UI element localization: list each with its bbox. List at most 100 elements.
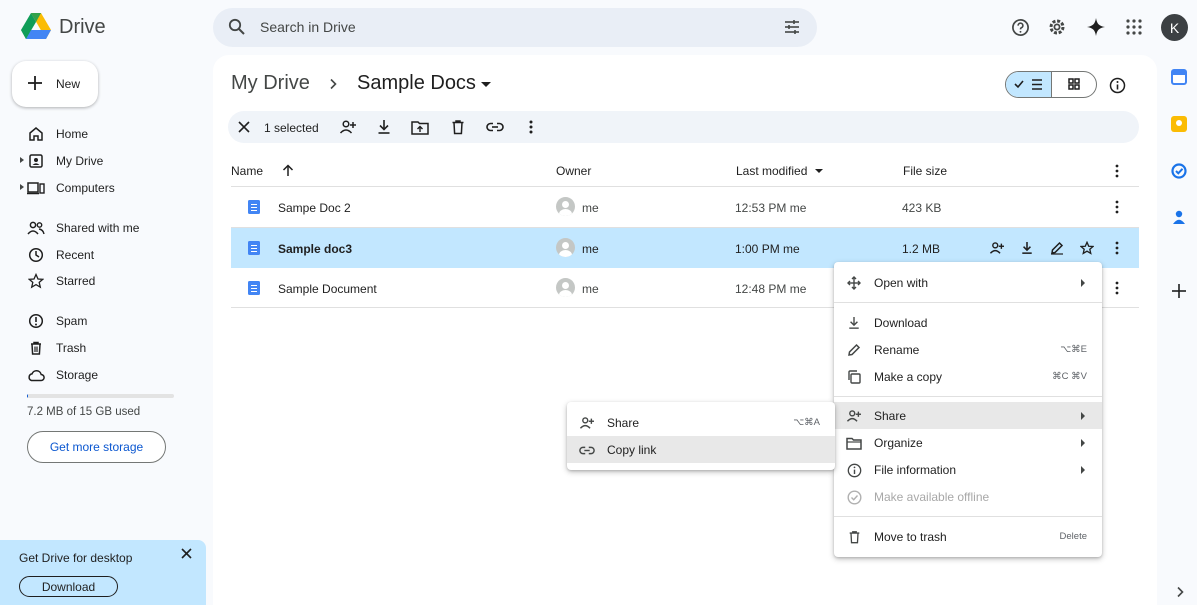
search-options-icon[interactable] bbox=[782, 17, 802, 37]
menu-item-make-a-copy[interactable]: Make a copy ⌘C ⌘V bbox=[834, 363, 1102, 390]
keyboard-shortcut: ⌥⌘E bbox=[1060, 344, 1087, 355]
account-avatar[interactable]: K bbox=[1161, 14, 1188, 41]
new-button[interactable] bbox=[12, 61, 98, 107]
view-toggle[interactable] bbox=[1005, 71, 1097, 98]
row-rename-pencil-icon[interactable] bbox=[1047, 238, 1067, 258]
more-actions-icon[interactable] bbox=[521, 117, 541, 137]
promo-text: Get Drive for desktop bbox=[19, 551, 133, 565]
breadcrumb-my-drive[interactable]: My Drive bbox=[231, 72, 310, 95]
menu-item-label: Make a copy bbox=[874, 370, 943, 384]
storage-meter bbox=[27, 394, 174, 398]
expand-caret-icon[interactable] bbox=[20, 157, 24, 163]
google-doc-icon bbox=[248, 200, 260, 214]
breadcrumb-current-folder[interactable]: Sample Docs bbox=[357, 72, 476, 95]
column-header-last-modified[interactable]: Last modified bbox=[736, 164, 807, 178]
sort-dropdown-icon[interactable] bbox=[815, 169, 823, 173]
promo-download-button[interactable]: Download bbox=[19, 576, 118, 597]
submenu-item-copy-link[interactable]: Copy link bbox=[567, 436, 835, 463]
open-with-move-icon bbox=[844, 273, 864, 293]
info-icon bbox=[844, 460, 864, 480]
sidebar-item-storage[interactable] bbox=[18, 364, 198, 386]
share-person-add-icon bbox=[577, 413, 597, 433]
get-more-storage-button[interactable]: Get more storage bbox=[27, 431, 166, 463]
selection-count: 1 selected bbox=[264, 121, 319, 135]
link-icon bbox=[577, 440, 597, 460]
row-download-icon[interactable] bbox=[1017, 238, 1037, 258]
download-icon[interactable] bbox=[374, 117, 394, 137]
column-header-name[interactable]: Name bbox=[231, 164, 263, 178]
keyboard-shortcut: ⌥⌘A bbox=[793, 417, 820, 428]
sidebar-item-spam[interactable] bbox=[18, 310, 198, 332]
owner-avatar bbox=[556, 278, 575, 297]
menu-item-open-with[interactable]: Open with bbox=[834, 269, 1102, 296]
column-header-file-size[interactable]: File size bbox=[903, 164, 947, 178]
add-addon-plus-icon[interactable] bbox=[1172, 284, 1186, 298]
submenu-arrow-icon bbox=[1081, 439, 1085, 447]
calendar-app-icon[interactable] bbox=[1171, 69, 1187, 85]
file-row[interactable]: Sampe Doc 2 me 12:53 PM me 423 KB bbox=[231, 187, 1139, 227]
share-person-add-icon bbox=[844, 406, 864, 426]
row-more-actions-icon[interactable] bbox=[1107, 197, 1127, 217]
copy-link-icon[interactable] bbox=[485, 117, 505, 137]
storage-usage-text: 7.2 MB of 15 GB used bbox=[27, 406, 141, 418]
move-folder-icon[interactable] bbox=[410, 117, 430, 137]
menu-item-label: Copy link bbox=[607, 443, 657, 457]
tasks-app-icon[interactable] bbox=[1171, 163, 1187, 179]
row-star-icon[interactable] bbox=[1077, 238, 1097, 258]
submenu-arrow-icon bbox=[1081, 466, 1085, 474]
gemini-sparkle-icon[interactable] bbox=[1086, 17, 1106, 37]
row-more-actions-icon[interactable] bbox=[1107, 238, 1127, 258]
new-button-label: New bbox=[56, 77, 81, 91]
people-icon bbox=[26, 218, 46, 238]
trash-icon[interactable] bbox=[448, 117, 468, 137]
menu-item-rename[interactable]: Rename ⌥⌘E bbox=[834, 336, 1102, 363]
column-options-icon[interactable] bbox=[1107, 161, 1127, 181]
file-size: 1.2 MB bbox=[902, 242, 941, 256]
contacts-app-icon[interactable] bbox=[1171, 209, 1187, 225]
menu-item-file-information[interactable]: File information bbox=[834, 456, 1102, 483]
submenu-arrow-icon bbox=[1081, 412, 1085, 420]
submenu-item-share[interactable]: Share ⌥⌘A bbox=[567, 409, 835, 436]
settings-gear-icon[interactable] bbox=[1047, 17, 1067, 37]
folder-dropdown-icon[interactable] bbox=[481, 82, 491, 87]
clear-selection-close-icon[interactable] bbox=[234, 117, 254, 137]
menu-item-move-to-trash[interactable]: Move to trash Delete bbox=[834, 523, 1102, 550]
menu-item-organize[interactable]: Organize bbox=[834, 429, 1102, 456]
search-input[interactable]: Search in Drive bbox=[260, 19, 356, 35]
sidebar-item-starred[interactable] bbox=[18, 270, 198, 292]
apps-grid-icon[interactable] bbox=[1124, 17, 1144, 37]
copy-icon bbox=[844, 367, 864, 387]
menu-item-label: File information bbox=[874, 463, 957, 477]
sidebar-item-home[interactable] bbox=[18, 123, 198, 145]
menu-divider bbox=[834, 516, 1102, 517]
column-header-owner[interactable]: Owner bbox=[556, 164, 591, 178]
menu-divider bbox=[834, 396, 1102, 397]
expand-side-panel-chevron-icon[interactable] bbox=[1175, 586, 1185, 598]
spam-icon bbox=[26, 311, 46, 331]
keep-app-icon[interactable] bbox=[1171, 116, 1187, 132]
app-name[interactable]: Drive bbox=[59, 16, 106, 39]
help-icon[interactable] bbox=[1010, 17, 1030, 37]
expand-caret-icon[interactable] bbox=[20, 184, 24, 190]
sidebar-item-my-drive[interactable] bbox=[26, 150, 198, 172]
sort-up-arrow-icon[interactable] bbox=[278, 160, 298, 180]
search-icon[interactable] bbox=[227, 17, 247, 37]
file-name: Sampe Doc 2 bbox=[278, 201, 351, 215]
menu-item-label: Move to trash bbox=[874, 530, 947, 544]
menu-item-download[interactable]: Download bbox=[834, 309, 1102, 336]
cloud-icon bbox=[26, 365, 46, 385]
list-view-button[interactable] bbox=[1006, 72, 1052, 97]
sidebar-item-recent[interactable] bbox=[18, 244, 198, 266]
grid-view-icon[interactable] bbox=[1068, 78, 1080, 90]
row-share-icon[interactable] bbox=[987, 238, 1007, 258]
details-info-icon[interactable] bbox=[1107, 75, 1127, 95]
drive-logo-icon[interactable] bbox=[20, 12, 52, 41]
sidebar-item-trash[interactable] bbox=[18, 337, 198, 359]
sidebar-item-shared-label: Shared with me bbox=[56, 221, 140, 235]
row-more-actions-icon[interactable] bbox=[1107, 278, 1127, 298]
share-person-add-icon[interactable] bbox=[338, 117, 358, 137]
close-icon[interactable] bbox=[176, 543, 196, 563]
avatar-initial: K bbox=[1169, 19, 1180, 36]
menu-item-share[interactable]: Share bbox=[834, 402, 1102, 429]
menu-item-label: Organize bbox=[874, 436, 923, 450]
